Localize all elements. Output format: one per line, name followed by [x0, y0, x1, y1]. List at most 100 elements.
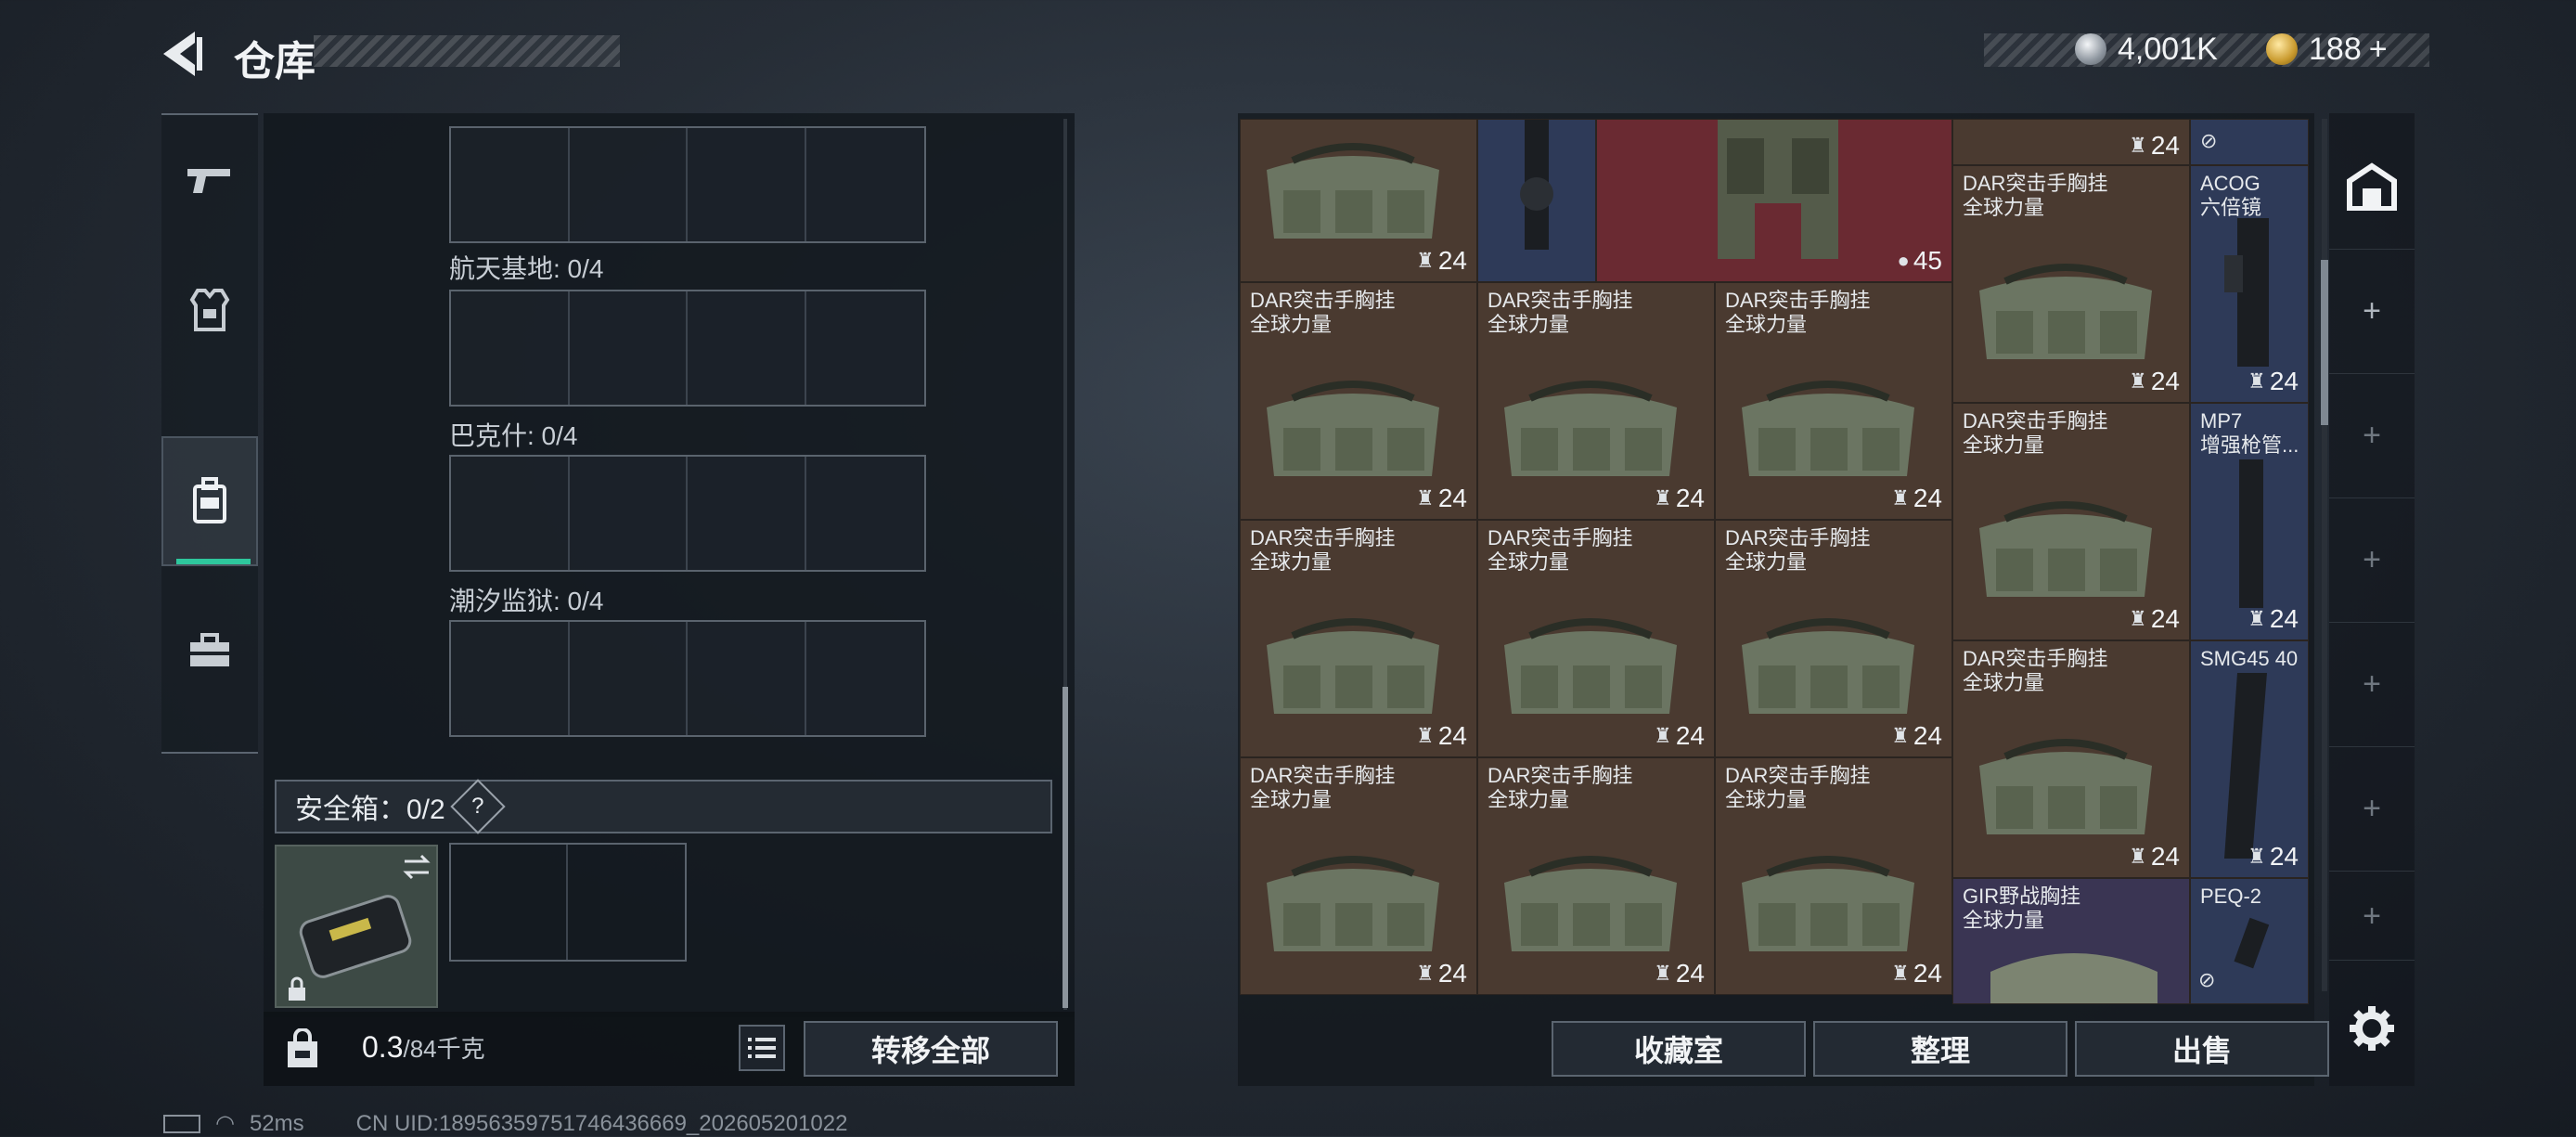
sort-button[interactable]: 整理: [1813, 1021, 2067, 1077]
inventory-scrollbar[interactable]: [2322, 119, 2327, 991]
help-mark: ?: [471, 793, 484, 819]
inventory-item[interactable]: DAR突击手胸挂 全球力量 ♜ 24: [1715, 282, 1952, 520]
title-decoration: [314, 35, 620, 67]
add-gold-icon[interactable]: +: [2369, 32, 2388, 68]
stack-icon: ♜: [1416, 724, 1435, 747]
inventory-item[interactable]: ♜ 24: [1952, 119, 2190, 165]
stack-icon: ♜: [2129, 607, 2147, 630]
transfer-all-button[interactable]: 转移全部: [804, 1021, 1058, 1077]
swap-icon[interactable]: [401, 854, 432, 880]
storage-grid[interactable]: [449, 620, 926, 737]
inventory-item[interactable]: DAR突击手胸挂 全球力量 ♜ 24: [1715, 757, 1952, 995]
storage-grid[interactable]: [449, 455, 926, 572]
stack-icon: ♜: [1891, 962, 1910, 985]
inventory-item[interactable]: ♜ 24: [1240, 119, 1477, 282]
inventory-item[interactable]: MP7 增强枪管... ♜ 24: [2190, 403, 2309, 640]
gold-currency[interactable]: 188 +: [2266, 28, 2388, 71]
chest-rig-image: [1504, 381, 1677, 476]
add-warehouse-tab[interactable]: +: [2329, 497, 2415, 623]
settings-gear-icon[interactable]: [2348, 1004, 2396, 1053]
safe-box-slots[interactable]: [449, 843, 687, 962]
laser-module-image: [2234, 917, 2270, 969]
inventory-item[interactable]: DAR突击手胸挂 全球力量 ♜ 24: [1952, 403, 2190, 640]
item-name: DAR突击手胸挂 全球力量: [1725, 289, 1871, 336]
list-view-button[interactable]: [739, 1025, 785, 1071]
qty-value: 24: [2150, 604, 2180, 633]
nav-toolbox[interactable]: [161, 585, 258, 715]
stack-icon: ♜: [2248, 845, 2266, 868]
inventory-item[interactable]: [1477, 119, 1596, 282]
item-name: GIR野战胸挂 全球力量: [1963, 885, 2081, 932]
add-icon: +: [2363, 665, 2381, 702]
safe-box-item[interactable]: [275, 845, 438, 1008]
add-warehouse-tab[interactable]: +: [2329, 622, 2415, 747]
chest-rig-image: [1979, 739, 2152, 834]
help-icon[interactable]: ?: [450, 779, 506, 834]
inventory-item[interactable]: PEQ-2 ⊘: [2190, 878, 2309, 1004]
inventory-item[interactable]: SMG45 40 ♜ 24: [2190, 640, 2309, 878]
storage-grid[interactable]: [449, 290, 926, 407]
wifi-icon: ◠: [215, 1111, 235, 1136]
item-quantity: ♜ 24: [1891, 959, 1942, 988]
inventory-item[interactable]: ACOG 六倍镜 ♜ 24: [2190, 165, 2309, 403]
backpack-icon: [193, 477, 226, 523]
item-name: MP7 增强枪管...: [2200, 409, 2299, 457]
stack-icon: ♜: [2129, 134, 2147, 157]
inventory-item[interactable]: GIR野战胸挂 全球力量: [1952, 878, 2190, 1004]
back-button[interactable]: [158, 26, 213, 82]
item-name: DAR突击手胸挂 全球力量: [1488, 526, 1633, 574]
add-warehouse-tab[interactable]: +: [2329, 872, 2415, 961]
nav-armor[interactable]: [161, 245, 258, 375]
stack-icon: ♜: [2129, 845, 2147, 868]
item-quantity: ♜ 24: [1891, 484, 1942, 513]
stack-icon: ♜: [2248, 369, 2266, 393]
inventory-item[interactable]: DAR突击手胸挂 全球力量 ♜ 24: [1240, 757, 1477, 995]
acog-scope-image: [2224, 218, 2269, 367]
stack-icon: ♜: [2248, 607, 2266, 630]
inventory-item[interactable]: DAR突击手胸挂 全球力量 ♜ 24: [1240, 282, 1477, 520]
inventory-item[interactable]: DAR突击手胸挂 全球力量 ♜ 24: [1715, 520, 1952, 757]
field-rig-image: [1990, 953, 2157, 1003]
inventory-item[interactable]: DAR突击手胸挂 全球力量 ♜ 24: [1240, 520, 1477, 757]
lock-icon: [289, 976, 305, 1001]
inventory-item[interactable]: DAR突击手胸挂 全球力量 ♜ 24: [1477, 520, 1715, 757]
inventory-item[interactable]: DAR突击手胸挂 全球力量 ♜ 24: [1952, 165, 2190, 403]
inventory-scroll-thumb[interactable]: [2321, 260, 2328, 425]
item-quantity: ♜ 24: [2129, 131, 2180, 161]
item-name: PEQ-2: [2200, 885, 2262, 908]
item-name: DAR突击手胸挂 全球力量: [1488, 764, 1633, 811]
inventory-item[interactable]: DAR突击手胸挂 全球力量 ♜ 24: [1477, 282, 1715, 520]
collection-room-button[interactable]: 收藏室: [1552, 1021, 1806, 1077]
nav-containers[interactable]: [161, 436, 258, 566]
nav-weapons[interactable]: [161, 115, 258, 245]
sell-button[interactable]: 出售: [2075, 1021, 2329, 1077]
inventory-item[interactable]: DAR突击手胸挂 全球力量 ♜ 24: [1477, 757, 1715, 995]
silver-coin-icon: [2075, 33, 2106, 65]
item-name: DAR突击手胸挂 全球力量: [1963, 647, 2108, 694]
gold-coin-icon: [2266, 33, 2298, 65]
stack-icon: ♜: [2129, 369, 2147, 393]
back-arrow-icon: [163, 32, 202, 76]
toolbox-icon: [190, 633, 229, 666]
item-name: DAR突击手胸挂 全球力量: [1250, 289, 1396, 336]
armor-icon: [189, 289, 230, 331]
add-warehouse-tab[interactable]: +: [2329, 249, 2415, 374]
chest-rig-image: [1267, 143, 1439, 239]
stack-icon: ♜: [1891, 724, 1910, 747]
inventory-item[interactable]: ⊘: [2190, 119, 2309, 165]
left-scroll-thumb[interactable]: [1063, 687, 1068, 1008]
add-warehouse-tab[interactable]: +: [2329, 373, 2415, 498]
storage-grid[interactable]: [449, 126, 926, 243]
add-warehouse-tab[interactable]: +: [2329, 746, 2415, 872]
weight-readout: 0.3/84千克: [362, 1030, 485, 1065]
qty-value: 24: [1913, 959, 1942, 988]
inventory-item[interactable]: ● 45: [1596, 119, 1952, 282]
item-quantity: ♜ 24: [1654, 484, 1705, 513]
inventory-item[interactable]: DAR突击手胸挂 全球力量 ♜ 24: [1952, 640, 2190, 878]
list-icon: [748, 1038, 776, 1058]
uid-text: CN UID:18956359751746436669_202605201022: [355, 1110, 848, 1136]
pistol-icon: [187, 169, 230, 193]
warehouse-tab-main[interactable]: [2329, 124, 2415, 250]
qty-value: 24: [2269, 604, 2299, 633]
ping-text: 52ms: [249, 1110, 304, 1136]
